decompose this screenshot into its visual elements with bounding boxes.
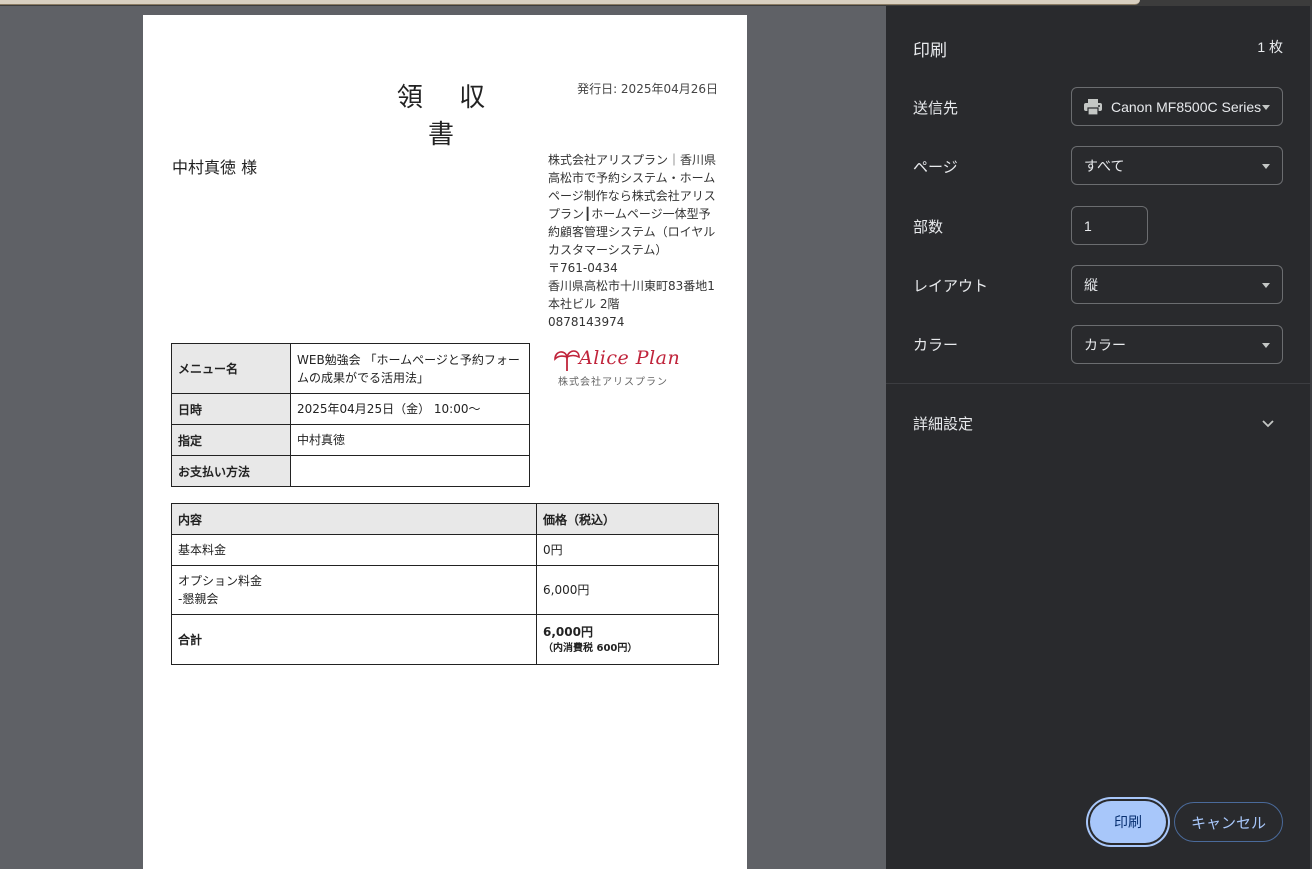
logo-subtext: 株式会社アリスプラン: [558, 377, 668, 388]
column-header-price: 価格（税込）: [536, 503, 719, 535]
dropdown-caret-icon: [1262, 283, 1270, 288]
info-value: WEB勉強会 「ホームページと予約フォー ムの成果がでる活用法」: [290, 343, 530, 394]
price-table: 内容 価格（税込） 基本料金 0円 オプション料金 -懇親会 6,000円 合計…: [171, 503, 719, 665]
cancel-button[interactable]: キャンセル: [1174, 802, 1283, 842]
info-label: 日時: [171, 393, 291, 425]
company-phone: 0878143974: [548, 315, 625, 329]
preview-page: 領 収 書 発行日: 2025年04月26日 中村真徳 様 株式会社アリスプラン…: [143, 15, 747, 869]
panel-title: 印刷: [913, 41, 947, 60]
company-postal: 〒761-0434: [548, 261, 618, 275]
item-name-line: オプション料金: [178, 574, 263, 588]
company-address: 香川県高松市十川東町83番地1: [548, 279, 715, 293]
company-line: カスタマーシステム）: [548, 243, 668, 257]
pages-label: ページ: [913, 159, 958, 176]
info-value: [290, 455, 530, 487]
top-border-line: [0, 0, 1140, 5]
layout-value: 縦: [1084, 276, 1098, 293]
info-label: メニュー名: [171, 343, 291, 394]
company-line: ページ制作なら株式会社アリス: [548, 189, 716, 203]
logo-text: Alice Plan: [579, 347, 681, 369]
company-line: 高松市で予約システム・ホーム: [548, 171, 716, 185]
company-logo: Alice Plan 株式会社アリスプラン: [551, 345, 681, 389]
total-price: 6,000円: [543, 624, 593, 639]
dropdown-caret-icon: [1262, 164, 1270, 169]
color-select[interactable]: カラー: [1071, 325, 1283, 364]
pages-value: すべて: [1084, 157, 1125, 174]
total-row: 合計 6,000円 （内消費税 600円）: [171, 614, 719, 665]
chevron-down-icon[interactable]: [1261, 416, 1275, 434]
copies-input[interactable]: 1: [1071, 206, 1148, 245]
company-line: プラン┃ホームページ一体型予: [548, 207, 711, 221]
printer-icon: [1084, 98, 1102, 116]
color-label: カラー: [913, 337, 959, 354]
layout-select[interactable]: 縦: [1071, 265, 1283, 304]
total-price-cell: 6,000円 （内消費税 600円）: [536, 614, 719, 665]
section-divider: [886, 383, 1312, 384]
destination-label: 送信先: [913, 100, 959, 117]
info-label: 指定: [171, 424, 291, 456]
info-value-line: ムの成果がでる活用法」: [297, 370, 430, 385]
sheet-count: 1 枚: [1257, 39, 1283, 55]
item-price: 6,000円: [536, 565, 719, 615]
dropdown-caret-icon: [1262, 343, 1270, 348]
pages-select[interactable]: すべて: [1071, 146, 1283, 185]
print-preview-area[interactable]: 領 収 書 発行日: 2025年04月26日 中村真徳 様 株式会社アリスプラン…: [0, 6, 886, 869]
item-name: 基本料金: [171, 534, 537, 566]
company-info: 株式会社アリスプラン｜香川県 高松市で予約システム・ホーム ページ制作なら株式会…: [548, 151, 723, 331]
layout-label: レイアウト: [913, 278, 989, 295]
item-price: 0円: [536, 534, 719, 566]
dropdown-caret-icon: [1262, 105, 1270, 110]
advanced-settings-toggle[interactable]: 詳細設定: [913, 413, 973, 434]
print-button[interactable]: 印刷: [1090, 801, 1166, 843]
table-row: メニュー名 WEB勉強会 「ホームページと予約フォー ムの成果がでる活用法」: [171, 343, 530, 394]
copies-value: 1: [1084, 217, 1092, 234]
print-settings-panel: 印刷 1 枚 送信先 Canon MF8500C Series ページ すべて …: [886, 6, 1312, 869]
copies-label: 部数: [913, 219, 944, 236]
table-row: お支払い方法: [171, 455, 530, 487]
table-row: オプション料金 -懇親会 6,000円: [171, 565, 719, 615]
issue-date: 発行日: 2025年04月26日: [577, 82, 718, 96]
item-name: オプション料金 -懇親会: [171, 565, 537, 615]
company-line: 約顧客管理システム（ロイヤル: [548, 225, 716, 239]
event-info-table: メニュー名 WEB勉強会 「ホームページと予約フォー ムの成果がでる活用法」 日…: [171, 343, 530, 487]
column-header-content: 内容: [171, 503, 537, 535]
recipient-name: 中村真徳 様: [172, 158, 258, 177]
company-line: 株式会社アリスプラン｜香川県: [548, 153, 717, 167]
info-value: 中村真徳: [290, 424, 530, 456]
receipt-title: 領 収 書: [396, 83, 500, 150]
table-row: 基本料金 0円: [171, 534, 719, 566]
color-value: カラー: [1084, 336, 1126, 353]
info-value: 2025年04月25日（金） 10:00〜: [290, 393, 530, 425]
total-label: 合計: [171, 614, 537, 665]
company-building: 本社ビル 2階: [548, 297, 620, 311]
table-row: 日時 2025年04月25日（金） 10:00〜: [171, 393, 530, 425]
info-value-line: WEB勉強会 「ホームページと予約フォー: [297, 352, 520, 367]
table-row: 指定 中村真徳: [171, 424, 530, 456]
info-label: お支払い方法: [171, 455, 291, 487]
table-header-row: 内容 価格（税込）: [171, 503, 719, 535]
destination-value: Canon MF8500C Series: [1111, 98, 1262, 115]
tax-note: （内消費税 600円）: [543, 642, 638, 654]
item-name-line: -懇親会: [178, 592, 219, 606]
destination-select[interactable]: Canon MF8500C Series: [1071, 87, 1283, 126]
